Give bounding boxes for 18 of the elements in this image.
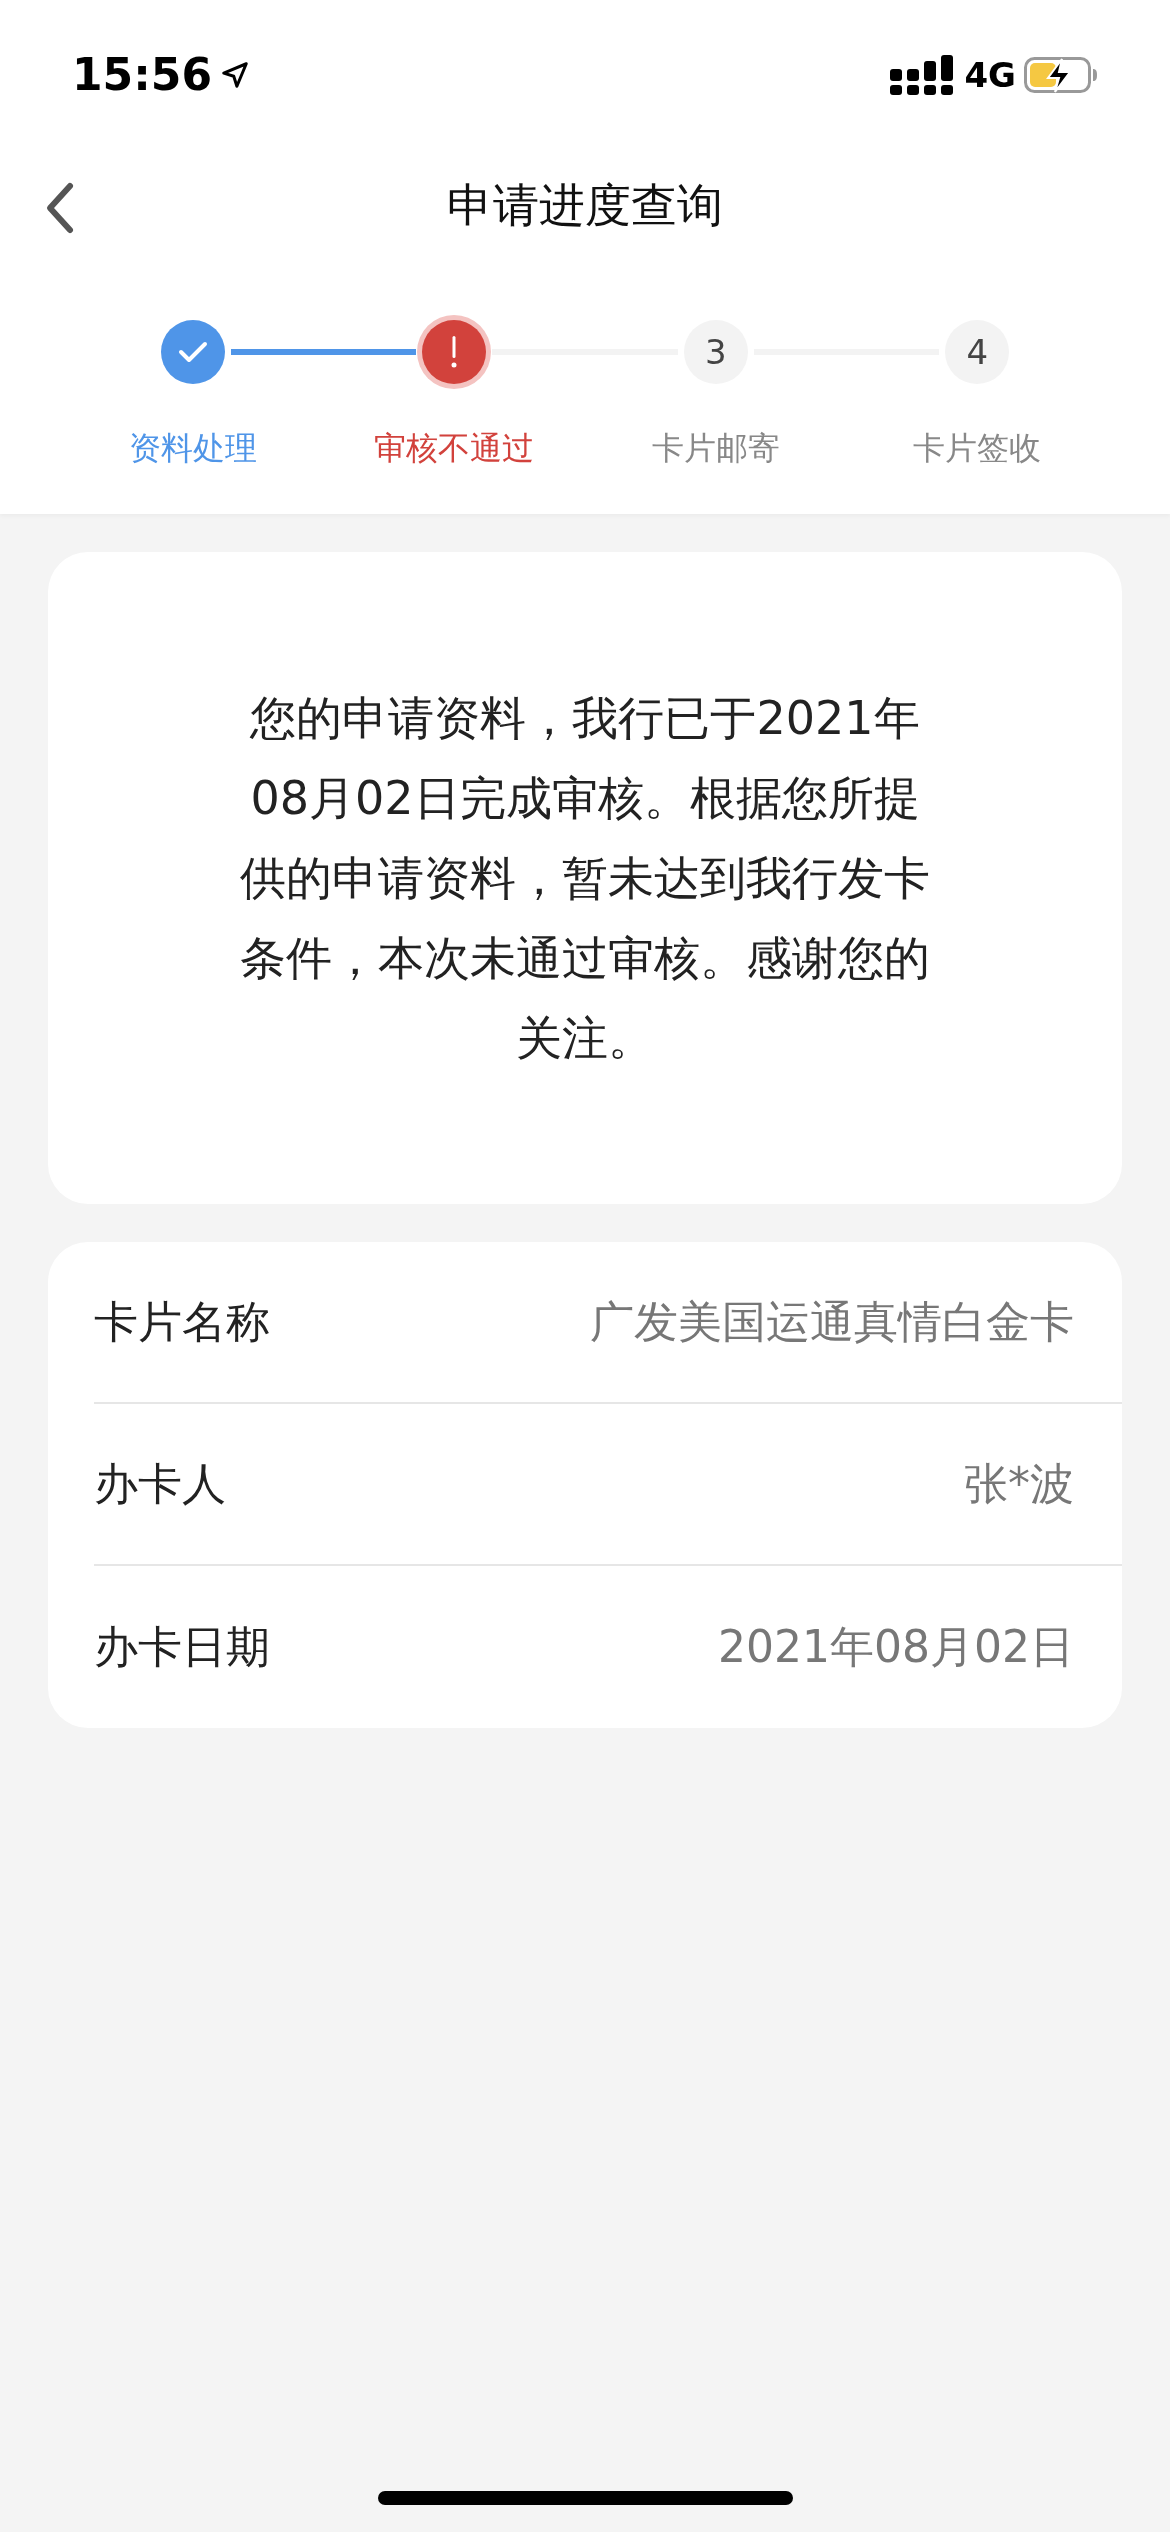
- step-label: 资料处理: [128, 428, 257, 469]
- step-number: 3: [683, 320, 748, 384]
- detail-value: 2021年08月02日: [718, 1620, 1074, 1674]
- result-message: 您的申请资料，我行已于2021年08月02日完成审核。根据您所提供的申请资料，暂未达到我行发卡条件，本次未通过审核。感谢您的关注。: [239, 690, 931, 1067]
- step-number: 4: [945, 320, 1010, 384]
- page-title: 申请进度查询: [447, 176, 723, 234]
- detail-value: 广发美国运通真情白金卡: [590, 1295, 1074, 1349]
- step-label: 审核不通过: [374, 428, 535, 469]
- battery-charging-icon: [1024, 55, 1100, 95]
- detail-label: 办卡日期: [94, 1620, 270, 1674]
- step-label: 卡片邮寄: [651, 428, 780, 469]
- detail-value: 张*波: [964, 1457, 1074, 1511]
- location-icon: [220, 60, 251, 90]
- network-label: 4G: [964, 53, 1016, 97]
- detail-label: 卡片名称: [94, 1295, 270, 1349]
- step-label: 卡片签收: [913, 428, 1042, 469]
- status-time: 15:56: [72, 48, 213, 102]
- detail-label: 办卡人: [94, 1457, 226, 1511]
